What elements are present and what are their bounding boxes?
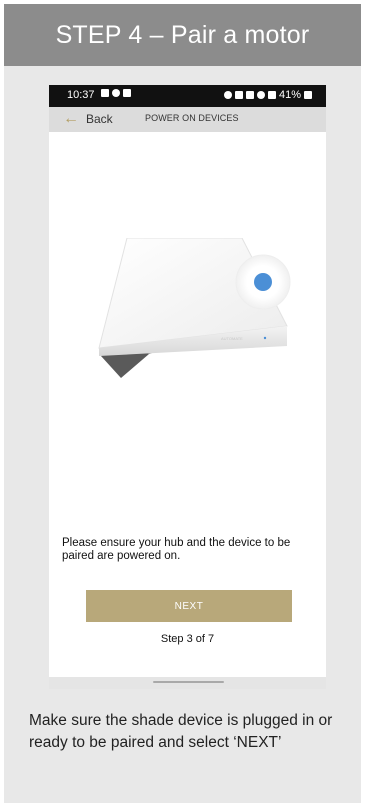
hub-brand-text: AUTOMATE [221,336,243,341]
gallery-icon [101,89,109,97]
status-bar: 10:37 41% [49,85,326,107]
home-indicator[interactable] [153,681,224,683]
back-button[interactable]: ← Back [63,111,113,127]
hub-device-icon: AUTOMATE [98,237,291,378]
next-button[interactable]: NEXT [86,590,292,622]
screen-title: POWER ON DEVICES [145,113,239,123]
status-right-icons: 41% [223,89,312,101]
flag-icon [123,89,131,97]
step-counter: Step 3 of 7 [160,633,215,645]
tutorial-card: STEP 4 – Pair a motor 10:37 41% ← Back P… [4,4,361,803]
navigation-bar [49,677,326,689]
wifi-icon [256,91,265,99]
notification-icon [112,89,120,97]
status-time: 10:37 [67,89,95,101]
hub-image: AUTOMATE [91,237,296,387]
alarm-icon [223,91,232,99]
battery-percent: 41% [278,89,301,101]
back-arrow-icon: ← [63,110,79,127]
instruction-text: Please ensure your hub and the device to… [62,537,291,562]
back-label: Back [86,112,113,126]
battery-icon [304,91,312,99]
step-title: STEP 4 – Pair a motor [4,4,361,66]
caption-text: Make sure the shade device is plugged in… [29,712,333,751]
bluetooth-icon [234,91,243,99]
mute-icon [245,91,254,99]
phone-screenshot: 10:37 41% ← Back POWER ON DEVICES AUTOMA… [49,85,326,689]
status-left-icons [101,89,131,97]
lte-signal-icon [267,91,276,99]
app-bar: ← Back POWER ON DEVICES [49,107,326,132]
